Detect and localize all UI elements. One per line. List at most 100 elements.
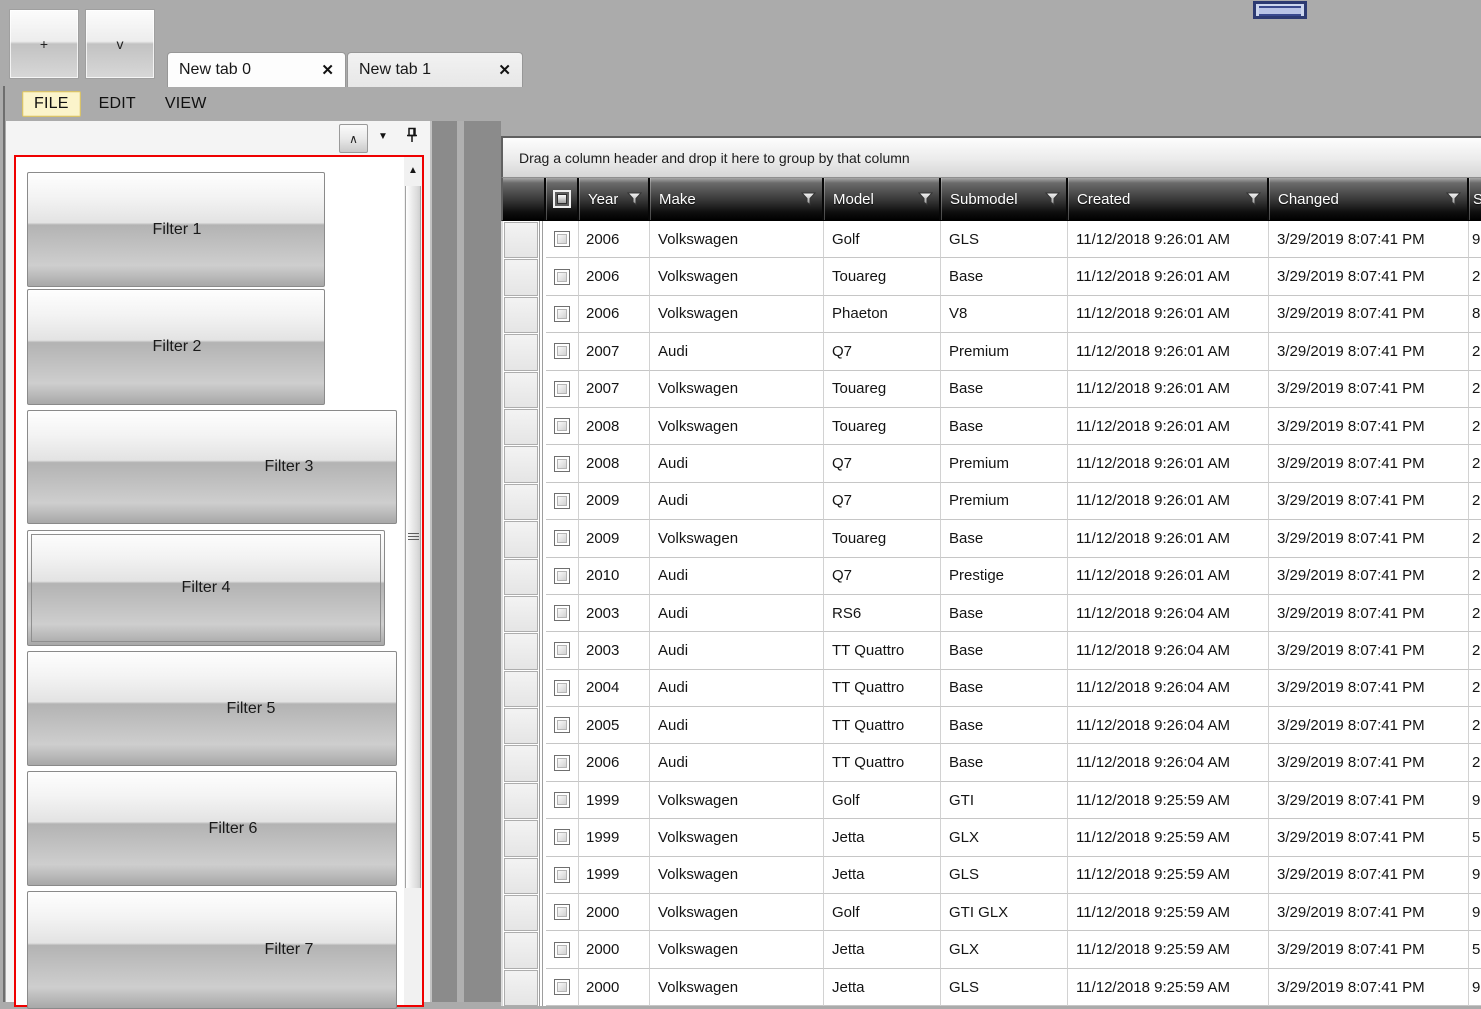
cell-year[interactable]: 2008 bbox=[579, 445, 650, 483]
cell-submodel[interactable]: Base bbox=[941, 258, 1068, 296]
column-header-created[interactable]: Created bbox=[1068, 178, 1269, 220]
cell-partial[interactable]: 2 bbox=[1469, 333, 1481, 371]
column-header-partial[interactable]: S bbox=[1469, 178, 1481, 220]
cell-changed[interactable]: 3/29/2019 8:07:41 PM bbox=[1269, 931, 1469, 969]
cell-submodel[interactable]: Base bbox=[941, 370, 1068, 408]
cell-year[interactable]: 2009 bbox=[579, 520, 650, 558]
cell-created[interactable]: 11/12/2018 9:26:04 AM bbox=[1068, 594, 1269, 633]
window-widget[interactable] bbox=[1253, 1, 1307, 19]
cell-model[interactable]: TT Quattro bbox=[824, 707, 941, 745]
cell-model[interactable]: Touareg bbox=[824, 407, 941, 446]
cell-model[interactable]: Jetta bbox=[824, 856, 941, 895]
cell-model[interactable]: Jetta bbox=[824, 968, 941, 1007]
cell-model[interactable]: Golf bbox=[824, 781, 941, 820]
filter-button-6[interactable]: Filter 6 bbox=[27, 771, 397, 886]
cell-partial[interactable]: 2 bbox=[1469, 595, 1481, 633]
cell-model[interactable]: Golf bbox=[824, 894, 941, 932]
cell-model[interactable]: Q7 bbox=[824, 445, 941, 483]
cell-make[interactable]: Audi bbox=[650, 744, 824, 782]
cell-submodel[interactable]: Base bbox=[941, 744, 1068, 782]
cell-year[interactable]: 2000 bbox=[579, 931, 650, 969]
row-checkbox[interactable] bbox=[554, 530, 570, 547]
scrollbar-thumb[interactable] bbox=[405, 186, 421, 888]
cell-year[interactable]: 2006 bbox=[579, 258, 650, 296]
cell-submodel[interactable]: Premium bbox=[941, 445, 1068, 483]
cell-created[interactable]: 11/12/2018 9:26:01 AM bbox=[1068, 333, 1269, 371]
cell-submodel[interactable]: GLS bbox=[941, 221, 1068, 259]
cell-make[interactable]: Audi bbox=[650, 557, 824, 595]
cell-changed[interactable]: 3/29/2019 8:07:41 PM bbox=[1269, 594, 1469, 633]
cell-model[interactable]: TT Quattro bbox=[824, 744, 941, 782]
cell-changed[interactable]: 3/29/2019 8:07:41 PM bbox=[1269, 482, 1469, 521]
cell-created[interactable]: 11/12/2018 9:26:01 AM bbox=[1068, 482, 1269, 521]
column-header-submodel[interactable]: Submodel bbox=[941, 178, 1068, 220]
cell-created[interactable]: 11/12/2018 9:26:01 AM bbox=[1068, 557, 1269, 595]
cell-submodel[interactable]: Base bbox=[941, 407, 1068, 446]
cell-make[interactable]: Volkswagen bbox=[650, 894, 824, 932]
cell-submodel[interactable]: GTI GLX bbox=[941, 894, 1068, 932]
cell-created[interactable]: 11/12/2018 9:26:04 AM bbox=[1068, 632, 1269, 670]
cell-submodel[interactable]: Base bbox=[941, 669, 1068, 708]
cell-make[interactable]: Audi bbox=[650, 632, 824, 670]
cell-model[interactable]: Phaeton bbox=[824, 295, 941, 334]
row-checkbox[interactable] bbox=[554, 268, 570, 285]
filter-funnel-icon[interactable] bbox=[627, 192, 642, 206]
pin-icon[interactable] bbox=[405, 127, 419, 144]
filter-funnel-icon[interactable] bbox=[1446, 192, 1461, 206]
row-checkbox[interactable] bbox=[554, 979, 570, 995]
cell-changed[interactable]: 3/29/2019 8:07:41 PM bbox=[1269, 968, 1469, 1007]
cell-make[interactable]: Volkswagen bbox=[650, 819, 824, 857]
cell-created[interactable]: 11/12/2018 9:26:01 AM bbox=[1068, 221, 1269, 259]
row-checkbox[interactable] bbox=[554, 305, 570, 322]
filter-button-2[interactable]: Filter 2 bbox=[27, 289, 325, 405]
row-header-cell[interactable] bbox=[504, 259, 538, 296]
cell-year[interactable]: 2007 bbox=[579, 370, 650, 408]
cell-partial[interactable]: 9 bbox=[1469, 894, 1481, 932]
cell-changed[interactable]: 3/29/2019 8:07:41 PM bbox=[1269, 856, 1469, 895]
cell-make[interactable]: Audi bbox=[650, 669, 824, 708]
cell-changed[interactable]: 3/29/2019 8:07:41 PM bbox=[1269, 258, 1469, 296]
cell-submodel[interactable]: Premium bbox=[941, 333, 1068, 371]
scrollbar-up-arrow-icon[interactable]: ▲ bbox=[404, 157, 422, 184]
filter-scrollbar[interactable]: ▲ bbox=[404, 157, 422, 1005]
filter-button-4[interactable]: Filter 4 bbox=[27, 530, 385, 646]
cell-year[interactable]: 2008 bbox=[579, 407, 650, 446]
cell-changed[interactable]: 3/29/2019 8:07:41 PM bbox=[1269, 221, 1469, 259]
cell-partial[interactable]: 2 bbox=[1469, 520, 1481, 558]
row-checkbox[interactable] bbox=[554, 866, 570, 883]
cell-submodel[interactable]: V8 bbox=[941, 295, 1068, 334]
cell-make[interactable]: Audi bbox=[650, 333, 824, 371]
cell-submodel[interactable]: Prestige bbox=[941, 557, 1068, 595]
row-header-cell[interactable] bbox=[504, 595, 538, 633]
cell-make[interactable]: Volkswagen bbox=[650, 856, 824, 895]
row-checkbox[interactable] bbox=[554, 829, 570, 846]
filter-funnel-icon[interactable] bbox=[918, 192, 933, 206]
cell-submodel[interactable]: Base bbox=[941, 707, 1068, 745]
row-header-cell[interactable] bbox=[504, 334, 538, 371]
cell-created[interactable]: 11/12/2018 9:26:01 AM bbox=[1068, 520, 1269, 558]
row-checkbox[interactable] bbox=[554, 754, 570, 771]
cell-created[interactable]: 11/12/2018 9:25:59 AM bbox=[1068, 819, 1269, 857]
cell-changed[interactable]: 3/29/2019 8:07:41 PM bbox=[1269, 707, 1469, 745]
row-checkbox[interactable] bbox=[554, 605, 570, 622]
filter-funnel-icon[interactable] bbox=[801, 192, 816, 206]
row-checkbox[interactable] bbox=[554, 492, 570, 509]
cell-partial[interactable]: 9 bbox=[1469, 857, 1481, 895]
row-header-cell[interactable] bbox=[504, 820, 538, 857]
cell-created[interactable]: 11/12/2018 9:26:04 AM bbox=[1068, 744, 1269, 782]
cell-partial[interactable]: 2 bbox=[1469, 483, 1481, 521]
cell-partial[interactable]: 9 bbox=[1469, 969, 1481, 1007]
cell-year[interactable]: 2010 bbox=[579, 557, 650, 595]
cell-year[interactable]: 2005 bbox=[579, 707, 650, 745]
cell-year[interactable]: 2003 bbox=[579, 594, 650, 633]
collapse-button[interactable]: ∧ bbox=[339, 124, 368, 153]
row-checkbox[interactable] bbox=[554, 642, 570, 659]
cell-make[interactable]: Volkswagen bbox=[650, 968, 824, 1007]
row-checkbox[interactable] bbox=[554, 717, 570, 734]
column-header-model[interactable]: Model bbox=[824, 178, 941, 220]
tab-close-icon[interactable]: ✕ bbox=[321, 61, 345, 79]
cell-submodel[interactable]: GLX bbox=[941, 819, 1068, 857]
row-checkbox[interactable] bbox=[554, 904, 570, 921]
cell-make[interactable]: Audi bbox=[650, 445, 824, 483]
cell-created[interactable]: 11/12/2018 9:26:01 AM bbox=[1068, 258, 1269, 296]
